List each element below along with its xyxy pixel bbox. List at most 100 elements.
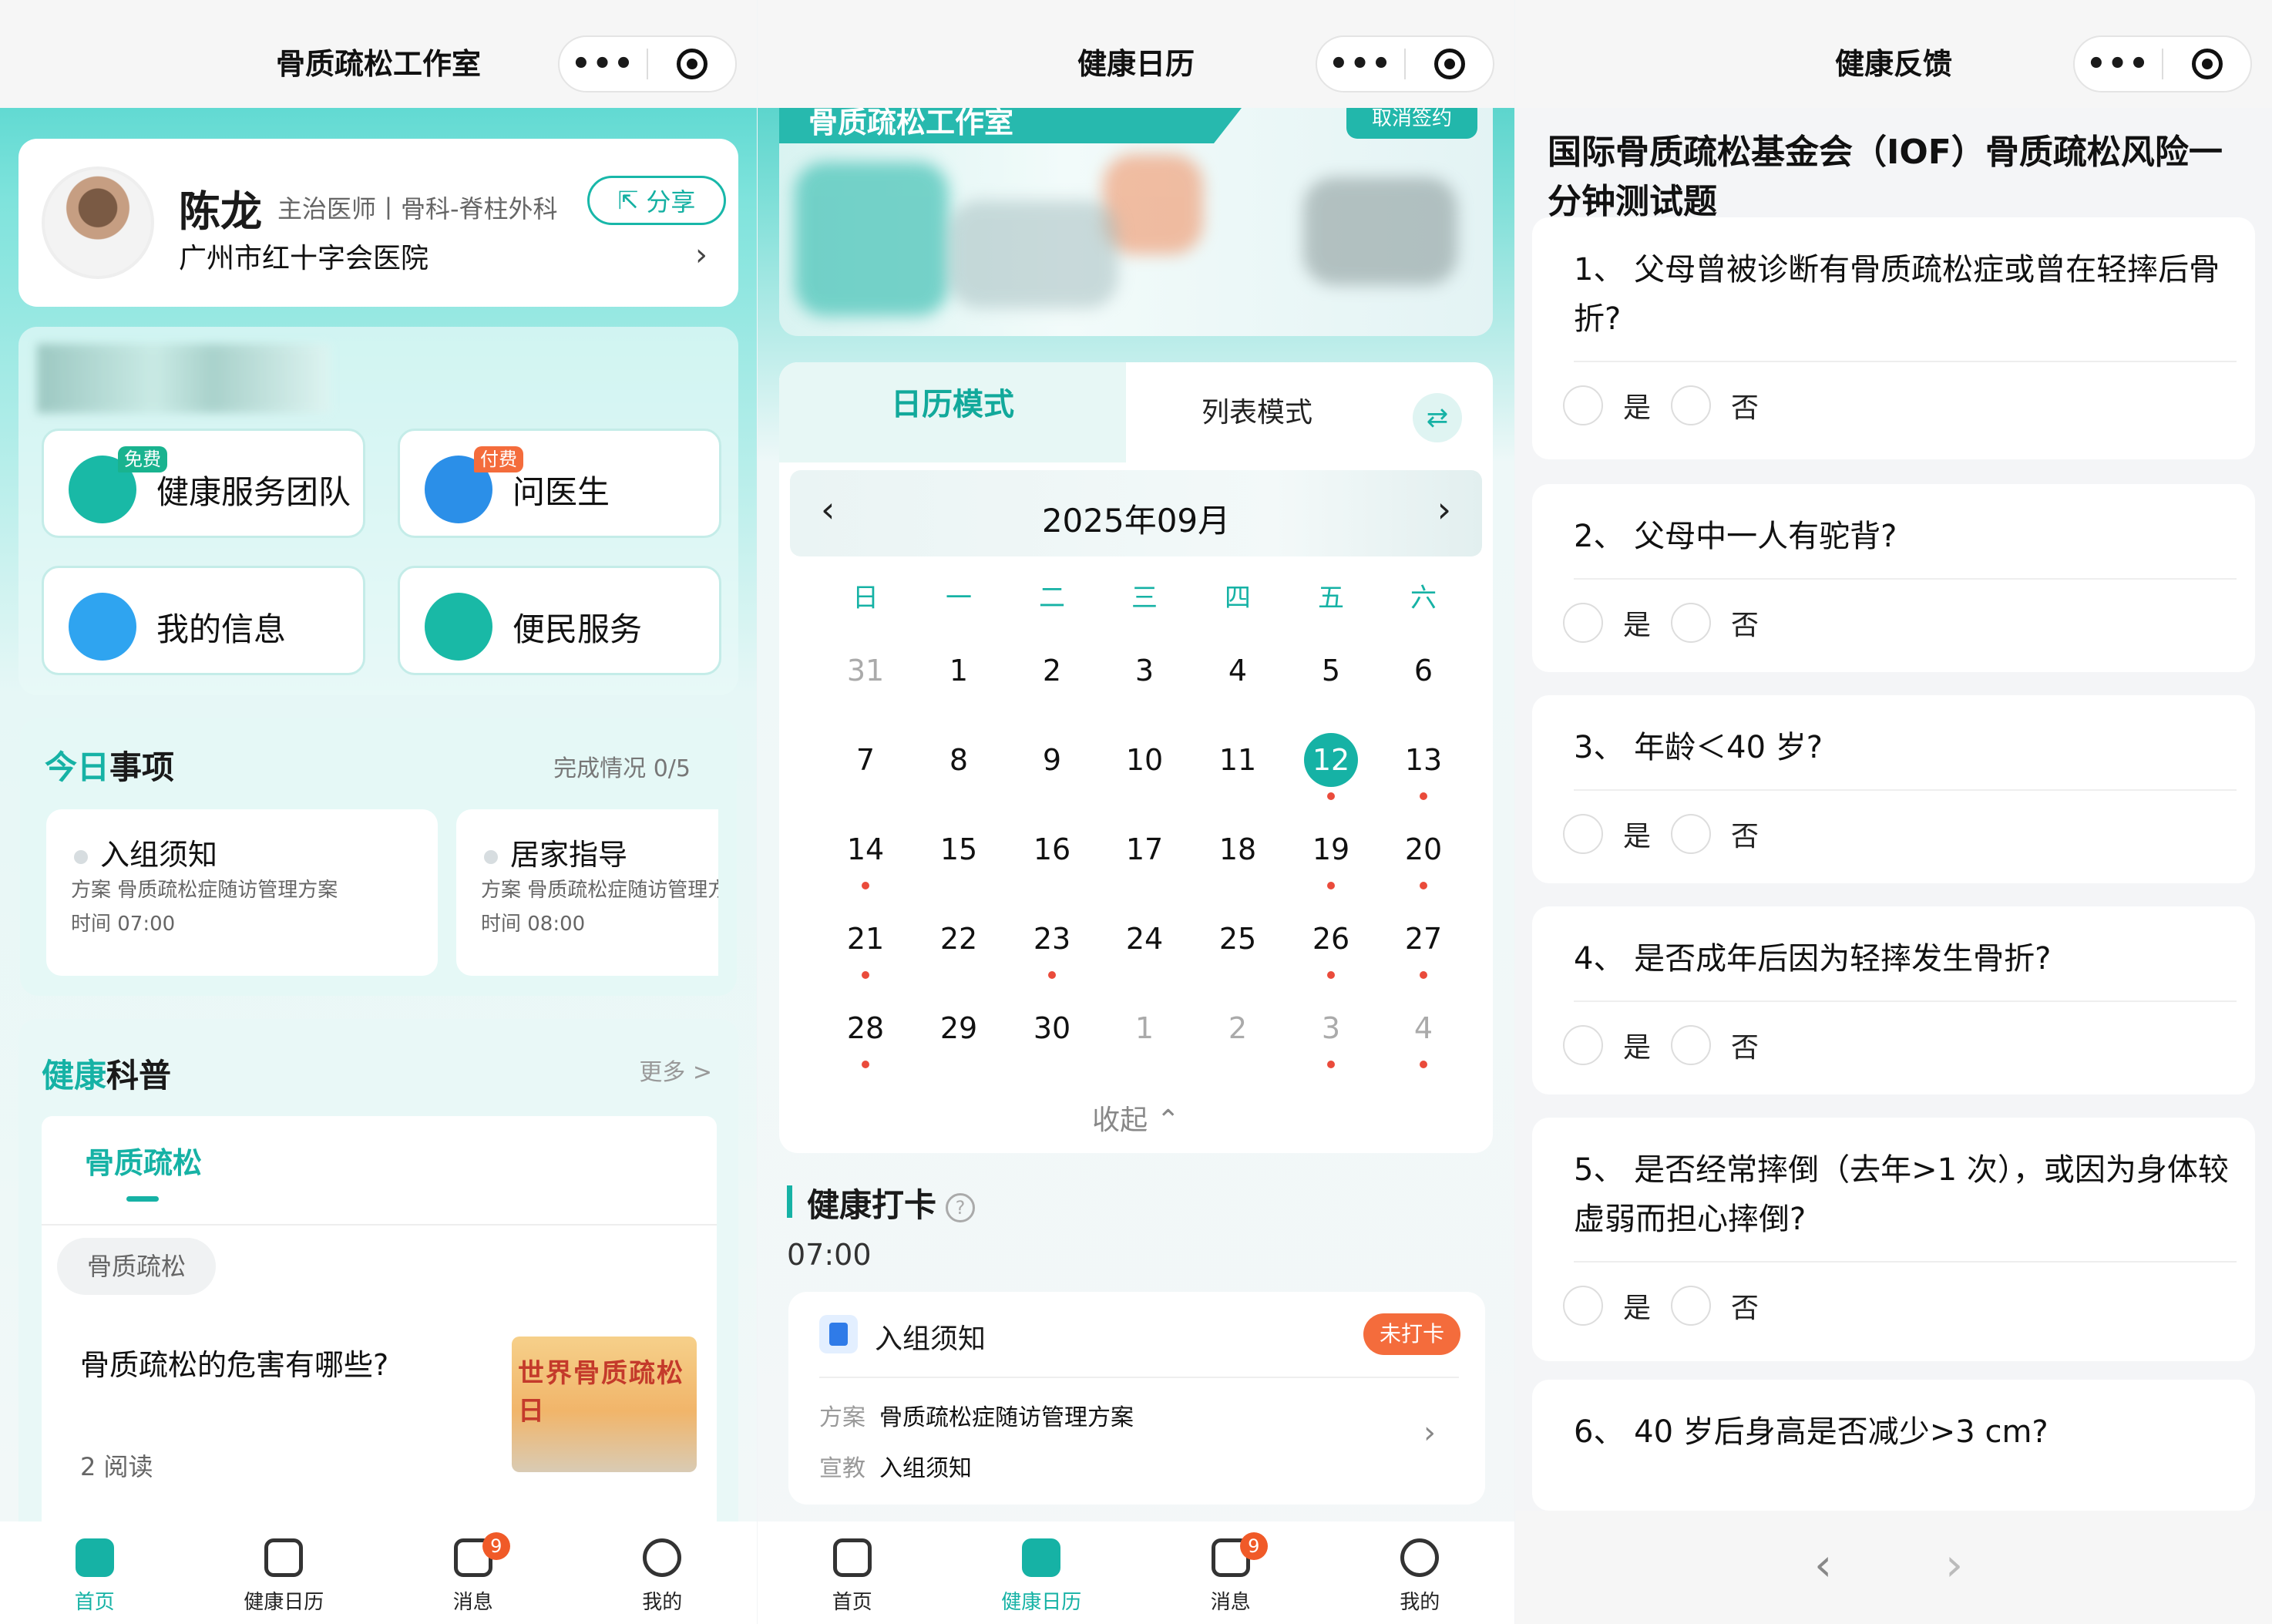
task-card[interactable]: 入组须知 方案 骨质疏松症随访管理方案 时间 07:00 [46, 809, 438, 976]
tab-bar: 首页 健康日历 9 消息 我的 [758, 1521, 1514, 1624]
forward-icon[interactable]: › [1945, 1538, 1963, 1591]
tab-osteoporosis[interactable]: 骨质疏松 [85, 1139, 202, 1182]
radio-icon[interactable] [1563, 603, 1603, 643]
checkin-item[interactable]: 入组须知 未打卡 方案 骨质疏松症随访管理方案 宣教 入组须知 › [788, 1292, 1485, 1505]
more-icon[interactable]: ••• [1317, 41, 1404, 87]
tab-home[interactable]: 首页 [758, 1521, 947, 1624]
calendar-day[interactable]: 31 [819, 654, 912, 688]
service-health-team[interactable]: 免费 健康服务团队 [42, 429, 365, 538]
tab-list-mode[interactable]: 列表模式 [1141, 390, 1373, 430]
calendar-day[interactable]: 15 [912, 832, 1005, 866]
calendar-day[interactable]: 1 [1098, 1011, 1191, 1045]
calendar-day[interactable]: 18 [1191, 832, 1284, 866]
calendar-day[interactable]: 5 [1285, 654, 1377, 688]
calendar-day[interactable]: 2 [1006, 654, 1098, 688]
calendar-day[interactable]: 9 [1006, 743, 1098, 777]
radio-icon[interactable] [1563, 385, 1603, 425]
calendar-day[interactable]: 26 [1285, 922, 1377, 956]
radio-icon[interactable] [1671, 814, 1711, 854]
radio-icon[interactable] [1671, 385, 1711, 425]
home-panel: 骨质疏松工作室 ••• 陈龙 主治医师丨骨科-脊柱外科 广州市红十字会医院 ⇱ … [0, 0, 757, 1624]
calendar-day[interactable]: 28 [819, 1011, 912, 1045]
option-no[interactable]: 否 [1671, 1286, 1759, 1326]
radio-icon[interactable] [1671, 603, 1711, 643]
tab-calendar-mode[interactable]: 日历模式 [779, 362, 1126, 462]
calendar-day[interactable]: 1 [912, 654, 1005, 688]
weekday-label: 二 [1039, 583, 1065, 614]
calendar-day[interactable]: 19 [1285, 832, 1377, 866]
tab-home[interactable]: 首页 [0, 1521, 190, 1624]
option-no[interactable]: 否 [1671, 385, 1759, 425]
calendar-day[interactable]: 10 [1098, 743, 1191, 777]
more-icon[interactable]: ••• [560, 41, 647, 87]
task-title: 居家指导 [484, 831, 627, 873]
option-no[interactable]: 否 [1671, 814, 1759, 854]
option-yes[interactable]: 是 [1563, 603, 1651, 643]
weekday-label: 三 [1131, 583, 1158, 614]
calendar-day[interactable]: 12 [1285, 733, 1377, 787]
calendar-day[interactable]: 3 [1098, 654, 1191, 688]
calendar-day[interactable]: 30 [1006, 1011, 1098, 1045]
help-icon[interactable]: ? [946, 1192, 976, 1222]
back-icon[interactable]: ‹ [1814, 1538, 1832, 1591]
tab-mine[interactable]: 我的 [568, 1521, 758, 1624]
service-convenience[interactable]: 便民服务 [398, 566, 721, 675]
calendar-day[interactable]: 16 [1006, 832, 1098, 866]
task-plan: 方案 骨质疏松症随访管理方案 [71, 879, 338, 902]
radio-icon[interactable] [1671, 1286, 1711, 1326]
calendar-day[interactable]: 14 [819, 832, 912, 866]
close-target-icon[interactable] [2163, 49, 2250, 79]
calendar-day[interactable]: 6 [1377, 654, 1470, 688]
calendar-day[interactable]: 29 [912, 1011, 1005, 1045]
service-my-info[interactable]: 我的信息 [42, 566, 365, 675]
doctor-name: 陈龙 [179, 187, 262, 236]
calendar-day[interactable]: 23 [1006, 922, 1098, 956]
calendar-day[interactable]: 17 [1098, 832, 1191, 866]
month-label: 2025年09月 [1041, 502, 1231, 540]
tab-health-calendar[interactable]: 健康日历 [190, 1521, 379, 1624]
calendar-day[interactable]: 21 [819, 922, 912, 956]
calendar-day[interactable]: 27 [1377, 922, 1470, 956]
more-icon[interactable]: ••• [2075, 41, 2162, 87]
calendar-day[interactable]: 2 [1191, 1011, 1284, 1045]
calendar-day[interactable]: 13 [1377, 743, 1470, 777]
close-target-icon[interactable] [1406, 49, 1493, 79]
plan-label: 方案 [819, 1404, 865, 1431]
swap-icon[interactable]: ⇄ [1413, 393, 1462, 442]
calendar-day[interactable]: 7 [819, 743, 912, 777]
radio-icon[interactable] [1563, 814, 1603, 854]
edu-value: 入组须知 [879, 1455, 972, 1482]
calendar-day[interactable]: 25 [1191, 922, 1284, 956]
tab-messages[interactable]: 9 消息 [378, 1521, 568, 1624]
radio-icon[interactable] [1563, 1286, 1603, 1326]
option-yes[interactable]: 是 [1563, 814, 1651, 854]
radio-icon[interactable] [1563, 1025, 1603, 1065]
calendar-day[interactable]: 4 [1191, 654, 1284, 688]
calendar-day[interactable]: 8 [912, 743, 1005, 777]
option-yes[interactable]: 是 [1563, 1286, 1651, 1326]
radio-icon[interactable] [1671, 1025, 1711, 1065]
calendar-day[interactable]: 24 [1098, 922, 1191, 956]
calendar-day[interactable]: 11 [1191, 743, 1284, 777]
category-chip[interactable]: 骨质疏松 [57, 1238, 216, 1295]
tab-mine[interactable]: 我的 [1326, 1521, 1515, 1624]
close-target-icon[interactable] [648, 49, 735, 79]
tab-messages[interactable]: 9 消息 [1136, 1521, 1326, 1624]
event-dot [862, 1061, 869, 1068]
calendar-day[interactable]: 22 [912, 922, 1005, 956]
calendar-day[interactable]: 3 [1285, 1011, 1377, 1045]
more-link[interactable]: 更多 > [639, 1053, 712, 1087]
doctor-card[interactable]: 陈龙 主治医师丨骨科-脊柱外科 广州市红十字会医院 ⇱ 分享 › [18, 139, 738, 307]
option-no[interactable]: 否 [1671, 603, 1759, 643]
service-ask-doctor[interactable]: 付费 问医生 [398, 429, 721, 538]
tab-health-calendar[interactable]: 健康日历 [947, 1521, 1137, 1624]
calendar-day[interactable]: 20 [1377, 832, 1470, 866]
option-no[interactable]: 否 [1671, 1025, 1759, 1065]
share-button[interactable]: ⇱ 分享 [587, 176, 726, 225]
option-yes[interactable]: 是 [1563, 1025, 1651, 1065]
calendar-day[interactable]: 4 [1377, 1011, 1470, 1045]
collapse-button[interactable]: 收起 ⌃ [779, 1098, 1493, 1138]
task-card[interactable]: 居家指导 方案 骨质疏松症随访管理方案 时间 08:00 [456, 809, 718, 976]
chevron-right-icon[interactable]: › [1437, 489, 1451, 530]
option-yes[interactable]: 是 [1563, 385, 1651, 425]
